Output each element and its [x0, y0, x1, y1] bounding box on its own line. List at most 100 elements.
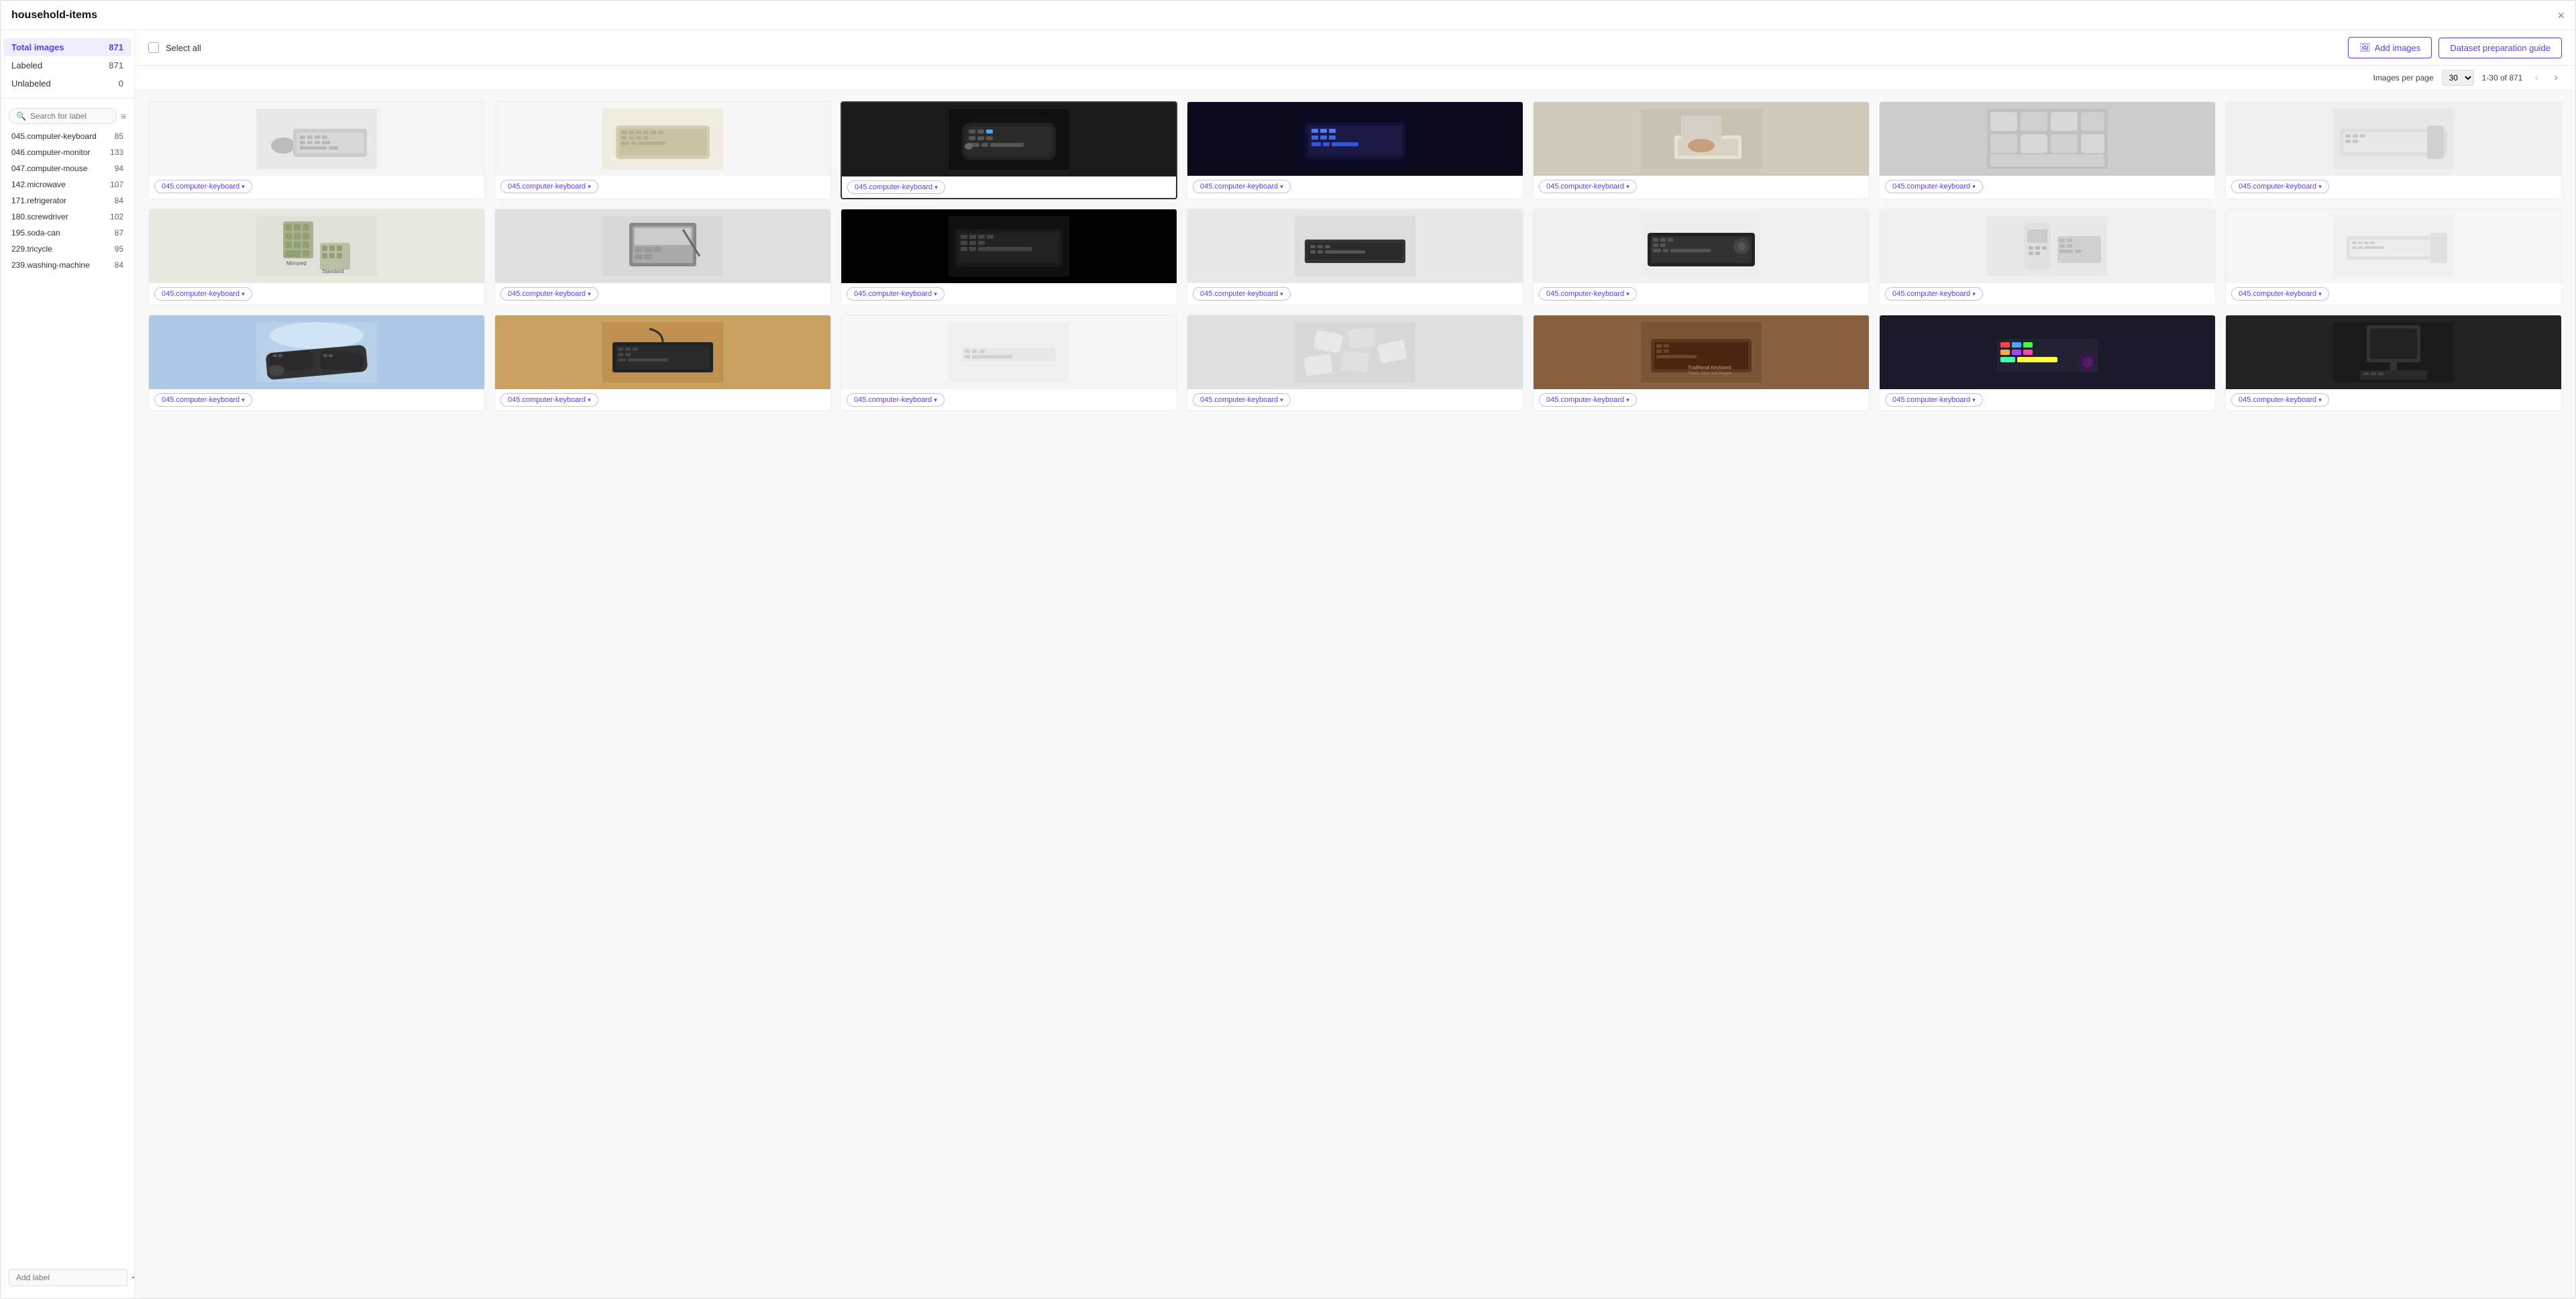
select-all-label[interactable]: Select all — [166, 43, 201, 53]
label-tag[interactable]: 045.computer-keyboard ▾ — [2231, 393, 2329, 407]
sidebar-stat-labeled[interactable]: Labeled 871 — [1, 56, 134, 74]
label-tag[interactable]: 045.computer-keyboard ▾ — [847, 287, 945, 301]
label-item[interactable]: 229.tricycle 95 — [1, 241, 134, 257]
label-tag[interactable]: 045.computer-keyboard ▾ — [2231, 287, 2329, 301]
close-button[interactable]: × — [2557, 9, 2565, 21]
label-tag[interactable]: 045.computer-keyboard ▾ — [154, 287, 252, 301]
label-tag[interactable]: 045.computer-keyboard ▾ — [500, 287, 598, 301]
image-card[interactable]: Traditional Keyboard Touch, Click and Re… — [1533, 315, 1870, 411]
card-image — [842, 103, 1176, 176]
label-tag[interactable]: 045.computer-keyboard ▾ — [1539, 180, 1637, 193]
card-tag: 045.computer-keyboard ▾ — [841, 283, 1177, 305]
card-tag: 045.computer-keyboard ▾ — [1187, 283, 1523, 305]
label-item[interactable]: 171.refrigerator 84 — [1, 193, 134, 209]
sidebar-stat-total[interactable]: Total images 871 — [3, 38, 131, 56]
image-card[interactable]: 045.computer-keyboard ▾ — [841, 209, 1177, 305]
add-images-button[interactable]: 🖼 Add images — [2348, 37, 2432, 58]
label-item[interactable]: 047.computer-mouse 94 — [1, 160, 134, 176]
label-tag[interactable]: 045.computer-keyboard ▾ — [500, 393, 598, 407]
label-item[interactable]: 180.screwdriver 102 — [1, 209, 134, 225]
card-image — [1534, 102, 1869, 176]
image-card[interactable]: 045.computer-keyboard ▾ — [1187, 101, 1523, 199]
label-tag[interactable]: 045.computer-keyboard ▾ — [1885, 287, 1983, 301]
label-tag[interactable]: 045.computer-keyboard ▾ — [1885, 393, 1983, 407]
label-tag[interactable]: 045.computer-keyboard ▾ — [1885, 180, 1983, 193]
image-card[interactable]: 045.computer-keyboard ▾ — [1533, 101, 1870, 199]
label-tag[interactable]: 045.computer-keyboard ▾ — [154, 180, 252, 193]
card-tag: 045.computer-keyboard ▾ — [495, 389, 830, 411]
label-tag[interactable]: 045.computer-keyboard ▾ — [847, 393, 945, 407]
label-item[interactable]: 046.computer-monitor 133 — [1, 144, 134, 160]
label-item[interactable]: 239.washing-machine 84 — [1, 257, 134, 273]
label-tag[interactable]: 045.computer-keyboard ▾ — [2231, 180, 2329, 193]
image-card[interactable]: 045.computer-keyboard ▾ — [494, 209, 831, 305]
image-card[interactable]: 045.computer-keyboard ▾ — [841, 315, 1177, 411]
card-image — [149, 315, 484, 389]
image-card[interactable]: 045.computer-keyboard ▾ — [1879, 315, 2216, 411]
per-page-select[interactable]: 30 60 90 — [2442, 70, 2474, 86]
dataset-guide-button[interactable]: Dataset preparation guide — [2438, 38, 2562, 58]
tag-chevron-icon: ▾ — [2318, 291, 2322, 298]
total-images-count: 871 — [109, 42, 123, 52]
search-box[interactable]: 🔍 — [9, 108, 117, 124]
tag-chevron-icon: ▾ — [934, 184, 938, 191]
label-tag[interactable]: 045.computer-keyboard ▾ — [1539, 287, 1637, 301]
tag-label: 045.computer-keyboard — [162, 396, 239, 404]
label-tag[interactable]: 045.computer-keyboard ▾ — [154, 393, 252, 407]
unlabeled-label: Unlabeled — [11, 79, 51, 89]
add-images-icon: 🖼 — [2359, 42, 2371, 53]
add-label-input[interactable] — [9, 1269, 127, 1286]
label-item[interactable]: 142.microwave 107 — [1, 176, 134, 193]
tag-chevron-icon: ▾ — [1972, 291, 1976, 298]
tag-label: 045.computer-keyboard — [162, 183, 239, 191]
card-tag: 045.computer-keyboard ▾ — [495, 176, 830, 197]
label-item[interactable]: 045.computer-keyboard 85 — [1, 128, 134, 144]
card-image — [841, 315, 1177, 389]
tag-label: 045.computer-keyboard — [1200, 183, 1278, 191]
image-card[interactable]: 045.computer-keyboard ▾ — [494, 101, 831, 199]
image-card[interactable]: 045.computer-keyboard ▾ — [148, 315, 485, 411]
tag-chevron-icon: ▾ — [934, 397, 937, 404]
image-card[interactable]: 045.computer-keyboard ▾ — [1187, 315, 1523, 411]
label-name: 171.refrigerator — [11, 196, 66, 205]
card-image — [495, 315, 830, 389]
card-image: Traditional Keyboard Touch, Click and Re… — [1534, 315, 1869, 389]
card-tag: 045.computer-keyboard ▾ — [842, 176, 1176, 198]
card-image — [1880, 209, 2215, 283]
image-card[interactable]: 045.computer-keyboard ▾ — [1533, 209, 1870, 305]
tag-chevron-icon: ▾ — [1972, 183, 1976, 191]
card-image — [841, 209, 1177, 283]
label-tag[interactable]: 045.computer-keyboard ▾ — [1193, 287, 1291, 301]
label-tag[interactable]: 045.computer-keyboard ▾ — [1193, 180, 1291, 193]
select-all-checkbox[interactable] — [148, 42, 159, 53]
card-tag: 045.computer-keyboard ▾ — [495, 283, 830, 305]
tag-chevron-icon: ▾ — [1626, 183, 1629, 191]
label-name: 142.microwave — [11, 180, 66, 189]
image-card[interactable]: 045.computer-keyboard ▾ — [1879, 101, 2216, 199]
label-tag[interactable]: 045.computer-keyboard ▾ — [847, 180, 945, 194]
search-input[interactable] — [30, 111, 109, 121]
image-card[interactable]: 045.computer-keyboard ▾ — [2225, 209, 2562, 305]
label-tag[interactable]: 045.computer-keyboard ▾ — [1539, 393, 1637, 407]
tag-chevron-icon: ▾ — [241, 291, 245, 298]
add-images-label: Add images — [2375, 43, 2421, 53]
label-tag[interactable]: 045.computer-keyboard ▾ — [500, 180, 598, 193]
tag-chevron-icon: ▾ — [1280, 291, 1283, 298]
sidebar-stat-unlabeled[interactable]: Unlabeled 0 — [1, 74, 134, 93]
image-card[interactable]: 045.computer-keyboard ▾ — [2225, 315, 2562, 411]
image-card[interactable]: 045.computer-keyboard ▾ — [1187, 209, 1523, 305]
content-toolbar: Select all 🖼 Add images Dataset preparat… — [135, 30, 2575, 66]
image-card[interactable]: 045.computer-keyboard ▾ — [2225, 101, 2562, 199]
label-item[interactable]: 195.soda-can 87 — [1, 225, 134, 241]
next-page-button[interactable]: › — [2551, 70, 2562, 85]
label-tag[interactable]: 045.computer-keyboard ▾ — [1193, 393, 1291, 407]
image-card[interactable]: Mirrored Standard 045.computer-keyboard … — [148, 209, 485, 305]
image-card[interactable]: 045.computer-keyboard ▾ — [148, 101, 485, 199]
tag-label: 045.computer-keyboard — [2239, 183, 2316, 191]
filter-icon-button[interactable]: ≡ — [121, 111, 126, 121]
image-card[interactable]: 045.computer-keyboard ▾ — [494, 315, 831, 411]
prev-page-button[interactable]: ‹ — [2530, 70, 2542, 85]
tag-label: 045.computer-keyboard — [508, 290, 586, 298]
image-card-highlighted[interactable]: 045.computer-keyboard ▾ — [841, 101, 1177, 199]
image-card[interactable]: 045.computer-keyboard ▾ — [1879, 209, 2216, 305]
